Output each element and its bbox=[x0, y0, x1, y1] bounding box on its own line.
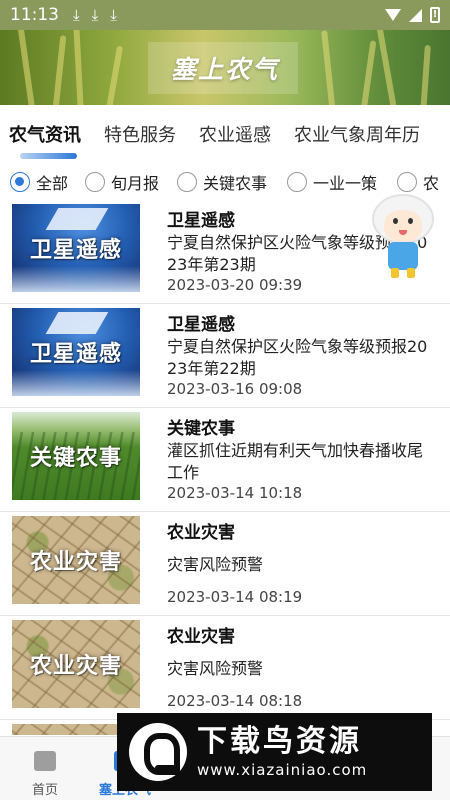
news-thumbnail: 卫星遥感 bbox=[12, 308, 140, 396]
tab-weather-calendar[interactable]: 农业气象周年历 bbox=[294, 121, 420, 147]
news-list: 卫星遥感 卫星遥感 宁夏自然保护区火险气象等级预报2023年第23期 2023-… bbox=[0, 200, 450, 735]
filter-one-industry[interactable]: 一业一策 bbox=[287, 170, 377, 194]
watermark-text: 下载鸟资源 www.xiazainiao.com bbox=[197, 724, 367, 780]
news-time: 2023-03-14 08:19 bbox=[167, 588, 303, 606]
filter-label: 旬月报 bbox=[111, 174, 160, 193]
news-thumbnail: 农业灾害 bbox=[12, 620, 140, 708]
wifi-icon bbox=[385, 9, 401, 21]
radio-icon bbox=[177, 172, 197, 192]
active-tab-indicator bbox=[20, 153, 77, 159]
news-thumbnail: 农业灾害 bbox=[12, 516, 140, 604]
news-description: 宁夏自然保护区火险气象等级预报2023年第22期 bbox=[167, 337, 428, 378]
app-title: 塞上农气 bbox=[170, 54, 279, 84]
news-title: 农业灾害 bbox=[167, 627, 235, 647]
news-description: 灾害风险预警 bbox=[167, 555, 264, 574]
battery-icon: ! bbox=[430, 7, 440, 23]
news-item[interactable]: 卫星遥感 卫星遥感 宁夏自然保护区火险气象等级预报2023年第22期 2023-… bbox=[0, 304, 450, 408]
filter-agriculture[interactable]: 农 bbox=[397, 170, 439, 194]
news-title: 卫星遥感 bbox=[167, 315, 235, 335]
download-icon: ⤓ bbox=[73, 6, 80, 24]
sheep-mascot-icon[interactable] bbox=[372, 196, 434, 278]
nav-home[interactable]: 首页 bbox=[0, 737, 90, 800]
thumbnail-label: 卫星遥感 bbox=[29, 342, 122, 367]
news-time: 2023-03-14 08:18 bbox=[167, 692, 303, 710]
category-tabs: 农气资讯 特色服务 农业遥感 农业气象周年历 bbox=[0, 105, 450, 160]
filter-key-farming[interactable]: 关键农事 bbox=[177, 170, 267, 194]
header-banner: 塞上农气 bbox=[0, 30, 450, 105]
thumbnail-label: 关键农事 bbox=[29, 446, 122, 471]
tab-special-services[interactable]: 特色服务 bbox=[104, 121, 176, 147]
news-title: 卫星遥感 bbox=[167, 211, 235, 231]
watermark-logo-icon bbox=[129, 723, 187, 781]
watermark-overlay: 下载鸟资源 www.xiazainiao.com bbox=[117, 713, 432, 791]
filter-label: 全部 bbox=[36, 174, 69, 193]
news-time: 2023-03-20 09:39 bbox=[167, 276, 303, 294]
nav-label: 首页 bbox=[31, 783, 58, 798]
download-icon: ⤓ bbox=[110, 6, 117, 24]
thumbnail-label: 卫星遥感 bbox=[29, 238, 122, 263]
thumbnail-label: 农业灾害 bbox=[29, 550, 122, 575]
radio-icon bbox=[85, 172, 105, 192]
news-thumbnail: 卫星遥感 bbox=[12, 204, 140, 292]
news-description: 灌区抓住近期有利天气加快春播收尾工作 bbox=[167, 441, 424, 482]
news-time: 2023-03-16 09:08 bbox=[167, 380, 303, 398]
status-indicators: ! bbox=[385, 7, 440, 23]
tab-remote-sensing[interactable]: 农业遥感 bbox=[199, 121, 271, 147]
news-title: 关键农事 bbox=[167, 419, 235, 439]
home-icon bbox=[34, 751, 56, 771]
download-icon: ⤓ bbox=[91, 6, 99, 24]
filter-ten-day-report[interactable]: 旬月报 bbox=[85, 170, 159, 194]
news-thumbnail: 关键农事 bbox=[12, 412, 140, 500]
filter-label: 一业一策 bbox=[313, 174, 378, 193]
radio-icon bbox=[287, 172, 307, 192]
signal-icon bbox=[409, 8, 422, 22]
radio-icon bbox=[397, 172, 417, 192]
news-item[interactable]: 关键农事 关键农事 灌区抓住近期有利天气加快春播收尾工作 2023-03-14 … bbox=[0, 408, 450, 512]
news-item[interactable]: 农业灾害 农业灾害 灾害风险预警 2023-03-14 08:18 bbox=[0, 616, 450, 720]
news-title: 农业灾害 bbox=[167, 523, 235, 543]
news-item[interactable]: 农业灾害 农业灾害 灾害风险预警 2023-03-14 08:19 bbox=[0, 512, 450, 616]
tab-news[interactable]: 农气资讯 bbox=[9, 121, 81, 147]
status-bar: 11:13 ⤓ ⤓ ⤓ ! bbox=[0, 0, 450, 30]
thumbnail-label: 农业灾害 bbox=[29, 654, 122, 679]
watermark-url: www.xiazainiao.com bbox=[197, 761, 368, 779]
news-time: 2023-03-14 10:18 bbox=[167, 484, 303, 502]
watermark-name: 下载鸟资源 bbox=[197, 724, 362, 759]
filter-all[interactable]: 全部 bbox=[10, 170, 68, 194]
filter-label: 关键农事 bbox=[203, 174, 268, 193]
radio-selected-icon bbox=[10, 172, 30, 192]
filter-label: 农 bbox=[423, 174, 440, 193]
status-time: 11:13 bbox=[10, 5, 59, 25]
news-description: 灾害风险预警 bbox=[167, 659, 264, 678]
